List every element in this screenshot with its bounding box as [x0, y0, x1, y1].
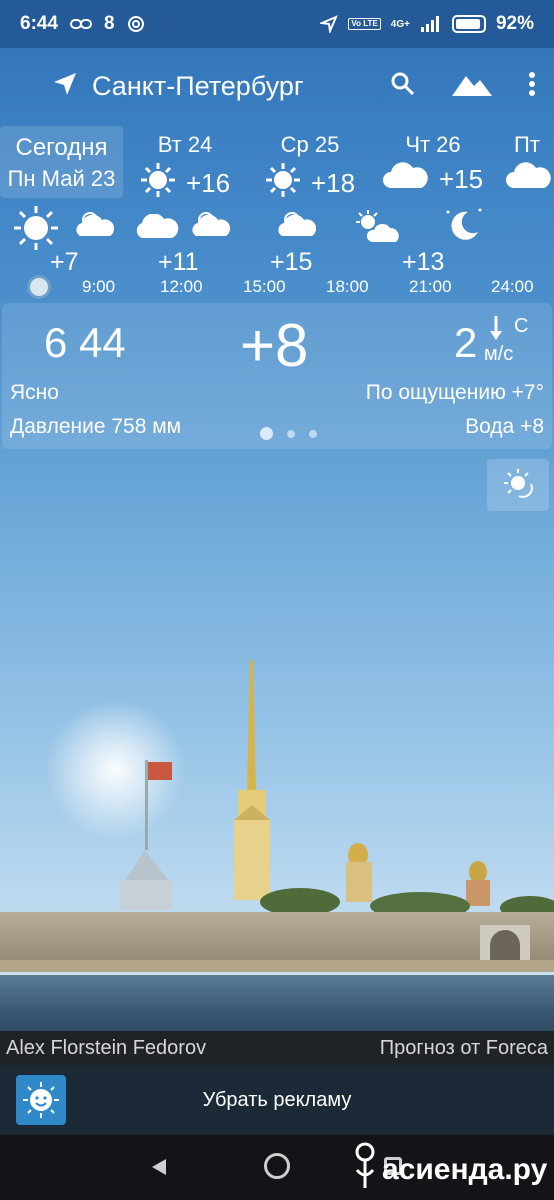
current-time: 6 44 [44, 319, 126, 366]
forecast-provider[interactable]: Прогноз от Foreca [380, 1037, 548, 1060]
volte-icon: Vo LTE [348, 18, 381, 30]
sun-cloud-icon [352, 208, 404, 249]
battery-percent: 92% [495, 13, 534, 34]
link-icon [70, 17, 93, 31]
hour-temp: +7 [50, 248, 79, 276]
at-icon [127, 15, 145, 33]
hour-time: 15:00 [243, 277, 286, 296]
weather-theme-button[interactable] [487, 459, 549, 511]
back-icon[interactable] [150, 1157, 168, 1182]
day-today-label: Сегодня [15, 134, 108, 161]
day-name: Пт [514, 132, 540, 157]
sun-icon [140, 162, 176, 205]
photo-author[interactable]: Alex Florstein Fedorov [6, 1037, 206, 1060]
day-name: Чт 26 [405, 132, 461, 157]
day-name: Ср 25 [280, 132, 340, 157]
water-temperature: Вода +8 [465, 415, 544, 438]
cloud-icon [382, 162, 429, 197]
watermark-text: асиенда.ру [382, 1153, 548, 1186]
hour-temp: +15 [270, 248, 313, 276]
day-name: Вт 24 [157, 132, 213, 157]
city-name[interactable]: Санкт-Петербург [92, 71, 304, 102]
hour-time: 12:00 [160, 277, 203, 296]
location-status-icon [320, 15, 339, 33]
current-conditions-panel[interactable]: 6 44 +8 2 С м/с Ясно По ощущению +7° Дав… [2, 303, 552, 449]
day-strip: Сегодня Пн Май 23 Вт 24 +16 Ср 25 +18 Чт… [0, 126, 554, 198]
hour-time: 9:00 [82, 277, 116, 296]
watermark-logo-icon [352, 1140, 378, 1200]
condition-text: Ясно [10, 381, 59, 404]
day-today-date: Пн Май 23 [7, 166, 116, 191]
remove-ads-bar[interactable]: Убрать рекламу [0, 1065, 554, 1135]
status-bar: 6:44 8 Vo LTE 4G+ 92% [0, 0, 554, 48]
watermark: асиенда.ру [352, 1140, 547, 1200]
river-water [0, 975, 554, 1035]
more-vert-icon[interactable] [528, 71, 536, 102]
day-thu[interactable]: Чт 26 +15 [378, 126, 488, 198]
sun-icon [265, 162, 301, 205]
pressure: Давление 758 мм [10, 415, 182, 438]
wind-arrow-icon [488, 315, 504, 346]
partly-cloudy-icon [276, 210, 320, 243]
day-temp: +18 [310, 168, 356, 198]
wind-direction: С [514, 315, 529, 337]
cloud-icon [134, 213, 180, 245]
moon-icon [440, 204, 484, 249]
day-tue[interactable]: Вт 24 +16 [130, 126, 240, 198]
search-icon[interactable] [390, 71, 416, 102]
cloud-icon [506, 162, 552, 197]
signal-icon [420, 15, 442, 33]
battery-icon [451, 15, 486, 33]
day-fri[interactable]: Пт [500, 126, 554, 198]
feels-like: По ощущению +7° [365, 381, 544, 404]
hourly-forecast: +7 +11 +15 +13 9:00 12:00 15:00 18:00 21… [0, 200, 554, 300]
wind-speed: 2 [454, 319, 478, 366]
partly-cloudy-icon [74, 210, 118, 243]
wind-unit: м/с [484, 343, 514, 365]
hour-time: 18:00 [326, 277, 369, 296]
page-indicator [260, 427, 317, 440]
remove-ads-label: Убрать рекламу [202, 1088, 352, 1111]
current-temperature: +8 [240, 312, 309, 379]
home-icon[interactable] [264, 1153, 290, 1179]
toolbar: Санкт-Петербург [0, 48, 554, 124]
temp-indicator: 8 [104, 13, 115, 34]
battery-level [455, 19, 480, 29]
landscape-icon[interactable] [452, 72, 492, 101]
photo-credits-bar: Alex Florstein Fedorov Прогноз от Foreca [0, 1031, 554, 1065]
page-dot [260, 427, 273, 440]
page-dot [309, 429, 317, 438]
status-time: 6:44 [20, 13, 59, 34]
current-time-marker [27, 275, 51, 299]
day-wed[interactable]: Ср 25 +18 [255, 126, 365, 198]
page-dot [287, 429, 295, 438]
background-photo [0, 640, 554, 1030]
network-4g-icon: 4G+ [390, 18, 410, 30]
day-today[interactable]: Сегодня Пн Май 23 [0, 126, 123, 198]
partly-cloudy-icon [190, 210, 234, 243]
app-logo-icon [16, 1075, 66, 1125]
hour-temp: +13 [402, 248, 445, 276]
day-temp: +16 [185, 168, 231, 198]
hour-time: 24:00 [491, 277, 534, 296]
sun-weather-icon [503, 468, 533, 503]
location-arrow-icon[interactable] [52, 71, 78, 102]
hour-time: 21:00 [409, 277, 452, 296]
hour-temp: +11 [158, 248, 199, 276]
day-temp: +15 [438, 164, 484, 194]
